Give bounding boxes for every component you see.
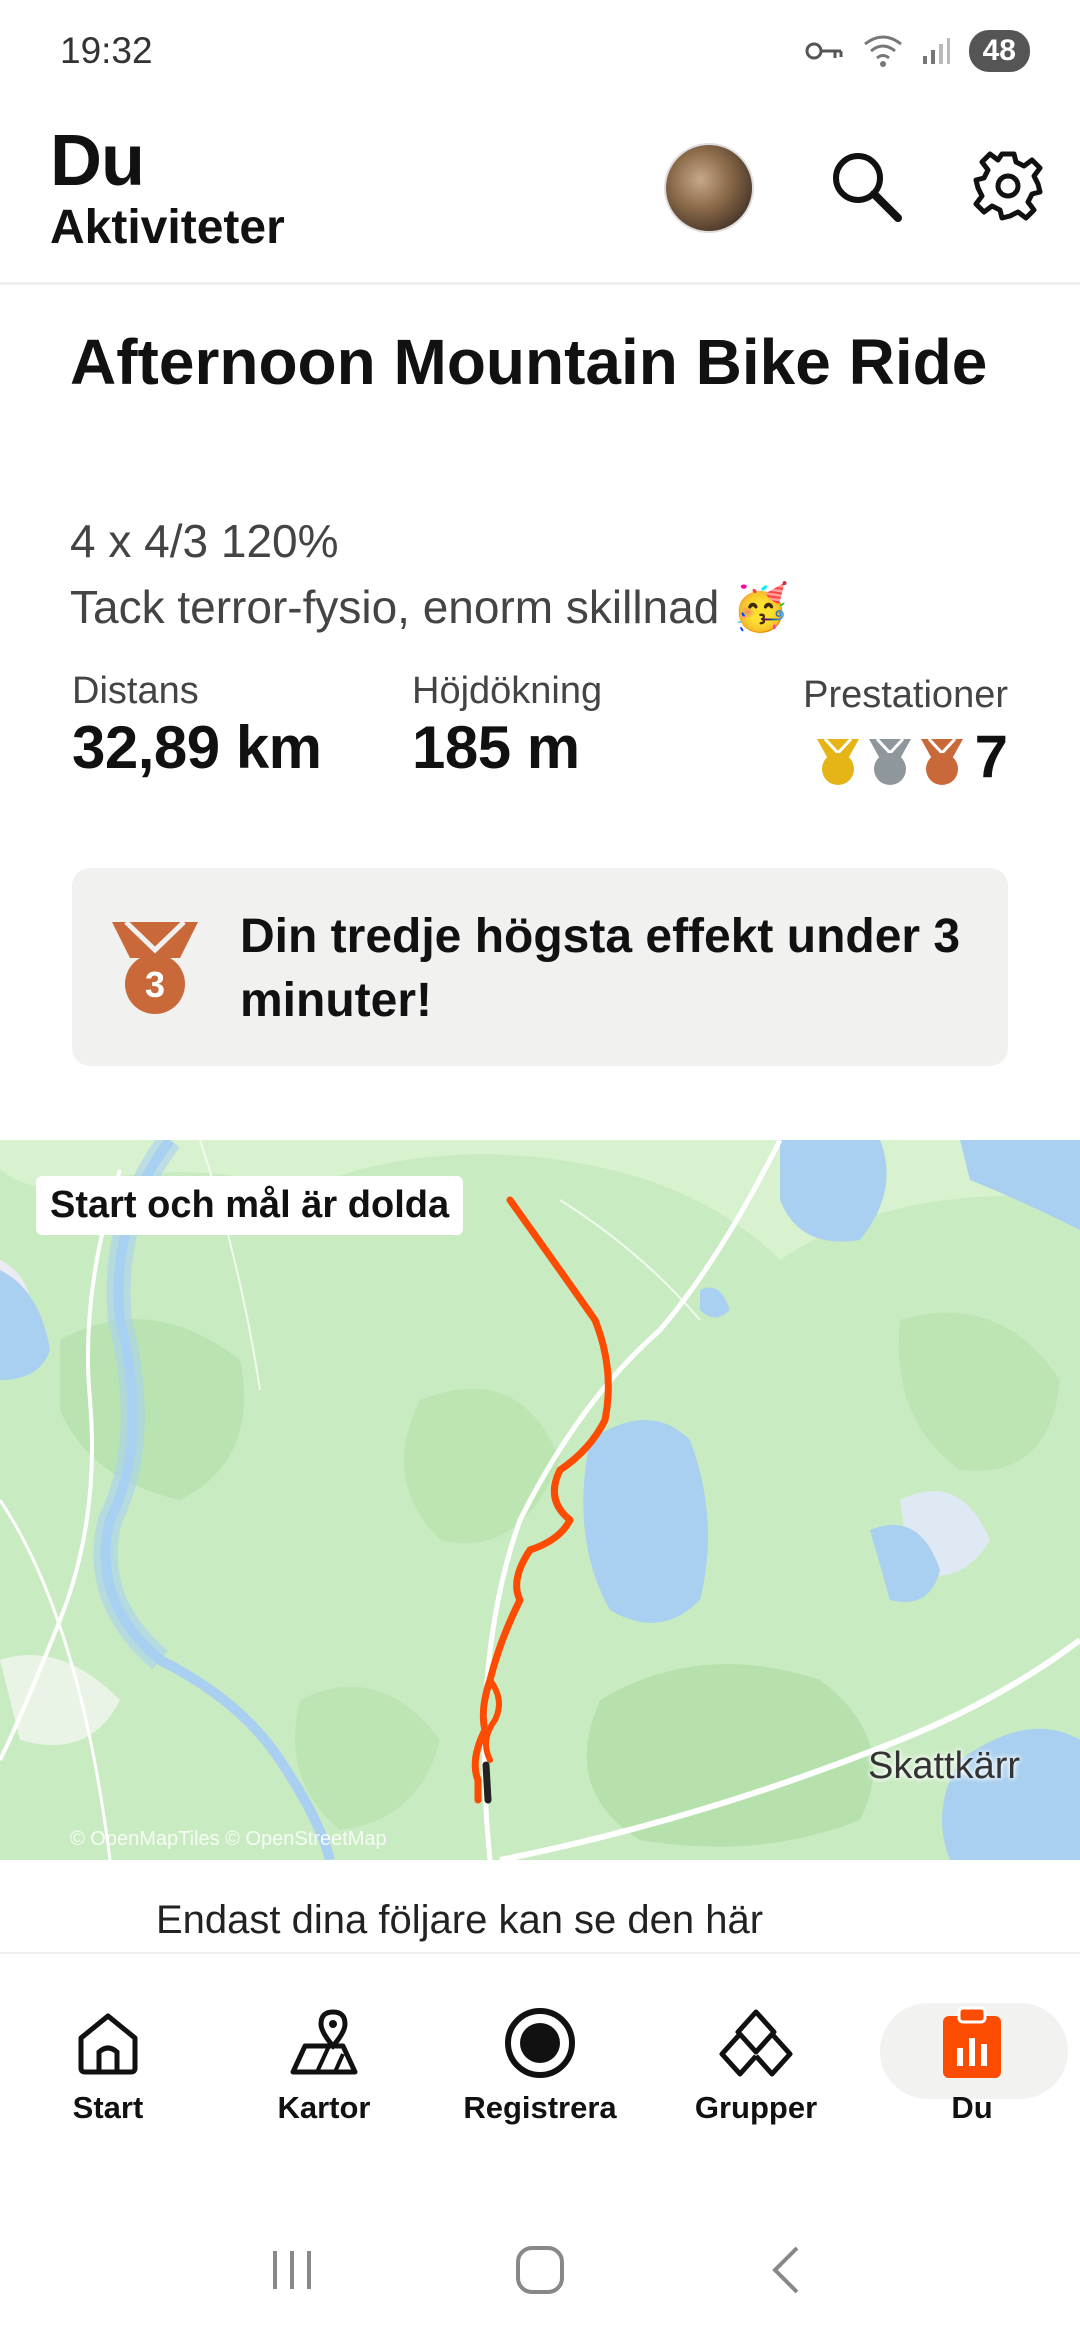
bottom-nav: Start Kartor Registrera Grupper Du	[0, 1990, 1080, 2140]
gear-icon	[973, 151, 1043, 221]
map-icon	[290, 2009, 358, 2075]
achievement-text: Din tredje högsta effekt under 3 minuter…	[240, 910, 961, 1027]
description-line-1: 4 x 4/3 120%	[70, 515, 339, 567]
achievement-count: 7	[974, 723, 1008, 790]
gold-medal-icon	[816, 737, 859, 785]
nav-label: Kartor	[277, 2090, 371, 2125]
settings-button[interactable]	[968, 146, 1048, 226]
header-divider	[0, 282, 1080, 285]
bronze-medal-icon	[920, 737, 963, 785]
map-attribution[interactable]: © OpenMapTiles © OpenStreetMap	[70, 1828, 387, 1851]
wifi-icon	[863, 35, 902, 67]
bronze-medal-3-icon: 3	[112, 920, 198, 1014]
stat-label: Prestationer	[803, 674, 1008, 716]
nav-label: Du	[951, 2090, 993, 2125]
medal-number: 3	[145, 964, 165, 1005]
medal-row: 7	[803, 727, 1008, 787]
battery-indicator: 48	[968, 30, 1030, 72]
stat-value: 32,89 km	[72, 714, 322, 781]
nav-item-kartor[interactable]: Kartor	[216, 1990, 432, 2140]
nav-item-start[interactable]: Start	[0, 1990, 216, 2140]
activity-title[interactable]: Afternoon Mountain Bike Ride	[70, 322, 1030, 402]
nav-divider	[0, 1952, 1080, 1954]
signal-icon	[922, 38, 950, 64]
stat-label: Distans	[72, 670, 199, 712]
stat-distance: Distans 32,89 km	[72, 670, 322, 782]
activity-description: 4 x 4/3 120% Tack terror-fysio, enorm sk…	[70, 508, 789, 640]
system-nav-bar	[0, 2210, 1080, 2330]
record-icon	[505, 2008, 575, 2078]
description-line-2: Tack terror-fysio, enorm skillnad 🥳	[70, 581, 790, 633]
privacy-notice: Endast dina följare kan se den här	[156, 1898, 764, 1942]
home-button-icon[interactable]	[512, 2242, 568, 2298]
search-button[interactable]	[826, 146, 906, 226]
nav-label: Start	[72, 2090, 144, 2125]
nav-label: Grupper	[694, 2090, 818, 2125]
avatar[interactable]	[664, 143, 754, 233]
page-title: Du	[50, 121, 145, 201]
map-place-label: Skattkärr	[868, 1745, 1021, 1787]
recents-icon[interactable]	[267, 2245, 317, 2295]
status-icons: 48	[805, 30, 1030, 72]
status-time: 19:32	[60, 30, 153, 71]
nav-label: Registrera	[463, 2090, 617, 2125]
profile-clipboard-icon	[943, 2006, 1001, 2078]
stat-elevation: Höjdökning 185 m	[412, 670, 602, 782]
home-icon	[78, 2013, 138, 2075]
search-icon	[833, 153, 902, 222]
stat-label: Höjdökning	[412, 670, 603, 712]
hidden-start-finish-badge: Start och mål är dolda	[36, 1176, 464, 1235]
route-end-marker	[482, 1761, 492, 1804]
page-subtitle: Aktiviteter	[50, 201, 285, 254]
stat-achievements[interactable]: Prestationer 7	[803, 674, 1008, 787]
nav-item-grupper[interactable]: Grupper	[648, 1990, 864, 2140]
back-icon[interactable]	[763, 2242, 813, 2298]
nav-item-registrera[interactable]: Registrera	[432, 1990, 648, 2140]
nav-item-du[interactable]: Du	[864, 1990, 1080, 2140]
silver-medal-icon	[868, 737, 911, 785]
vpn-key-icon	[805, 42, 843, 60]
stat-value: 185 m	[412, 714, 580, 781]
groups-icon	[719, 2009, 793, 2077]
